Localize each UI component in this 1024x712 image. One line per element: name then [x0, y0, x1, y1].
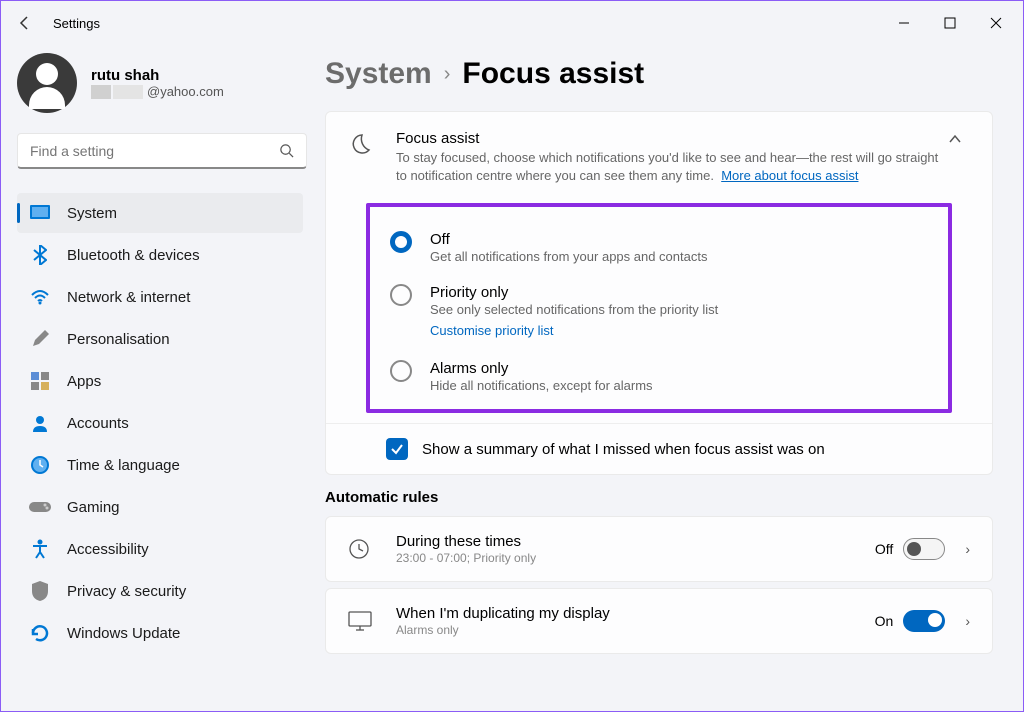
- toggle-during-times[interactable]: [903, 538, 945, 560]
- maximize-button[interactable]: [927, 7, 973, 39]
- summary-checkbox[interactable]: [386, 438, 408, 460]
- nav-time[interactable]: Time & language: [17, 445, 303, 485]
- nav-network[interactable]: Network & internet: [17, 277, 303, 317]
- radio-alarms[interactable]: [390, 360, 412, 382]
- summary-row[interactable]: Show a summary of what I missed when foc…: [326, 423, 992, 474]
- toggle-duplicating[interactable]: [903, 610, 945, 632]
- nav-accounts[interactable]: Accounts: [17, 403, 303, 443]
- bluetooth-icon: [29, 244, 51, 266]
- profile-name: rutu shah: [91, 67, 224, 84]
- search-icon: [279, 143, 294, 158]
- gaming-icon: [29, 496, 51, 518]
- automatic-rules-title: Automatic rules: [325, 489, 993, 506]
- radio-off[interactable]: [390, 231, 412, 253]
- time-icon: [29, 454, 51, 476]
- personalisation-icon: [29, 328, 51, 350]
- accounts-icon: [29, 412, 51, 434]
- nav-gaming[interactable]: Gaming: [17, 487, 303, 527]
- chevron-up-icon: [948, 134, 962, 144]
- sidebar: rutu shah @yahoo.com System Bluetooth & …: [1, 45, 311, 711]
- update-icon: [29, 622, 51, 644]
- option-alarms[interactable]: Alarms only Hide all notifications, exce…: [390, 350, 928, 403]
- avatar: [17, 53, 77, 113]
- arrow-left-icon: [17, 15, 33, 31]
- apps-icon: [29, 370, 51, 392]
- options-highlight: Off Get all notifications from your apps…: [366, 203, 952, 413]
- search-input[interactable]: [30, 143, 279, 159]
- card-description: To stay focused, choose which notificati…: [396, 149, 940, 185]
- rule-duplicating-display[interactable]: When I'm duplicating my display Alarms o…: [325, 588, 993, 654]
- nav-privacy[interactable]: Privacy & security: [17, 571, 303, 611]
- titlebar: Settings: [1, 1, 1023, 45]
- search-box[interactable]: [17, 133, 307, 169]
- chevron-right-icon[interactable]: ›: [965, 541, 970, 557]
- page-title: Focus assist: [462, 57, 644, 91]
- system-icon: [29, 202, 51, 224]
- profile-section[interactable]: rutu shah @yahoo.com: [17, 53, 303, 113]
- option-priority[interactable]: Priority only See only selected notifica…: [390, 274, 928, 350]
- minimize-icon: [898, 17, 910, 29]
- nav-bluetooth[interactable]: Bluetooth & devices: [17, 235, 303, 275]
- check-icon: [390, 442, 404, 456]
- nav-accessibility[interactable]: Accessibility: [17, 529, 303, 569]
- display-icon: [348, 611, 376, 631]
- network-icon: [29, 286, 51, 308]
- more-about-link[interactable]: More about focus assist: [721, 168, 858, 183]
- back-button[interactable]: [5, 3, 45, 43]
- radio-priority[interactable]: [390, 284, 412, 306]
- maximize-icon: [944, 17, 956, 29]
- main-content: System › Focus assist Focus assist To st…: [311, 45, 1023, 711]
- app-title: Settings: [53, 16, 100, 31]
- privacy-icon: [29, 580, 51, 602]
- nav-personalisation[interactable]: Personalisation: [17, 319, 303, 359]
- nav-list: System Bluetooth & devices Network & int…: [17, 193, 303, 653]
- customise-priority-link[interactable]: Customise priority list: [430, 323, 554, 338]
- close-button[interactable]: [973, 7, 1019, 39]
- accessibility-icon: [29, 538, 51, 560]
- breadcrumb: System › Focus assist: [325, 57, 993, 91]
- moon-icon: [348, 132, 376, 156]
- nav-system[interactable]: System: [17, 193, 303, 233]
- card-title: Focus assist: [396, 130, 940, 147]
- window-controls: [881, 7, 1019, 39]
- focus-assist-card: Focus assist To stay focused, choose whi…: [325, 111, 993, 475]
- rule-during-times[interactable]: During these times 23:00 - 07:00; Priori…: [325, 516, 993, 582]
- chevron-right-icon: ›: [444, 63, 451, 86]
- chevron-right-icon[interactable]: ›: [965, 613, 970, 629]
- option-off[interactable]: Off Get all notifications from your apps…: [390, 221, 928, 274]
- clock-icon: [348, 538, 376, 560]
- nav-apps[interactable]: Apps: [17, 361, 303, 401]
- breadcrumb-parent[interactable]: System: [325, 57, 432, 91]
- nav-update[interactable]: Windows Update: [17, 613, 303, 653]
- profile-email: @yahoo.com: [91, 84, 224, 99]
- close-icon: [990, 17, 1002, 29]
- collapse-button[interactable]: [940, 130, 970, 148]
- minimize-button[interactable]: [881, 7, 927, 39]
